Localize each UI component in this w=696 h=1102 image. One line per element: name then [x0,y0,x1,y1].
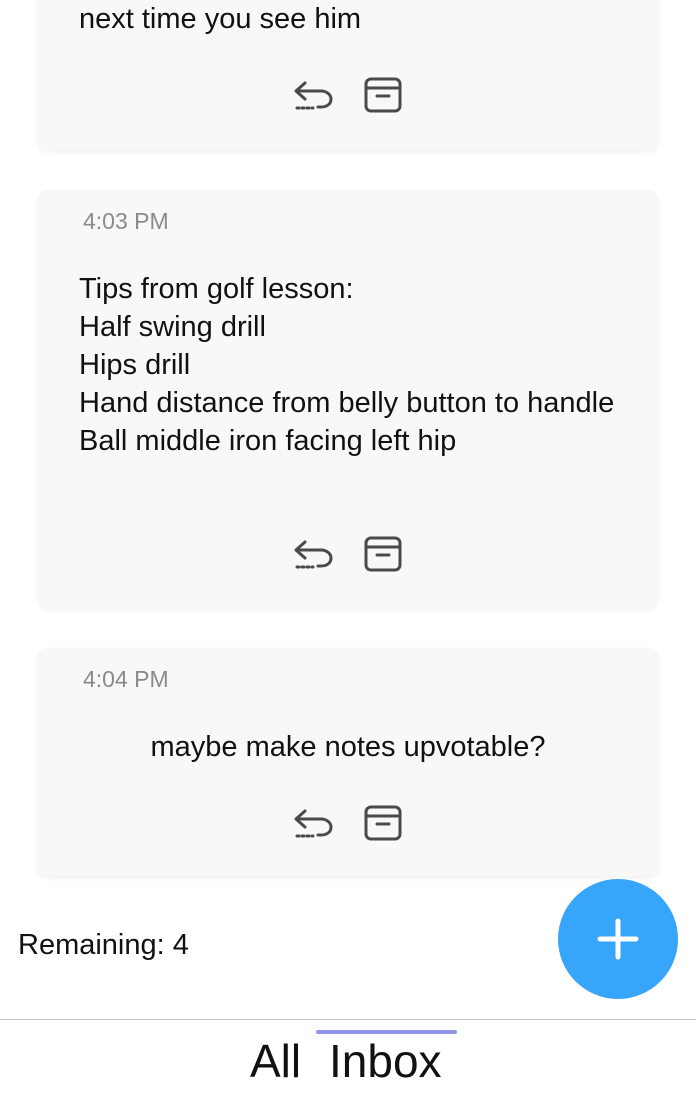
note-text: Tips from golf lesson: Half swing drill … [79,273,615,457]
note-card: next time you see him [38,0,658,150]
add-note-button[interactable] [558,879,678,999]
plus-icon [597,918,639,960]
bottom-tab-bar: All Inbox [0,1019,696,1102]
note-card: 4:03 PM Tips from golf lesson: Half swin… [38,190,658,608]
reply-icon[interactable] [290,534,336,574]
archive-icon[interactable] [360,534,406,574]
note-card: 4:04 PM maybe make notes upvotable? [38,648,658,876]
note-actions [38,803,658,843]
reply-icon[interactable] [290,75,336,115]
tab-all[interactable]: All [250,1034,301,1088]
archive-icon[interactable] [360,803,406,843]
notes-screen: next time you see him 4:03 PM Tips from … [0,0,696,1102]
note-timestamp: 4:04 PM [83,666,169,692]
reply-icon[interactable] [290,803,336,843]
note-text: next time you see him [79,3,362,35]
archive-icon[interactable] [360,75,406,115]
note-actions [38,534,658,574]
note-text: maybe make notes upvotable? [150,731,546,763]
note-actions [38,75,658,115]
tab-inbox[interactable]: Inbox [329,1034,442,1088]
remaining-count: Remaining: 4 [18,929,189,961]
note-timestamp: 4:03 PM [83,208,169,234]
